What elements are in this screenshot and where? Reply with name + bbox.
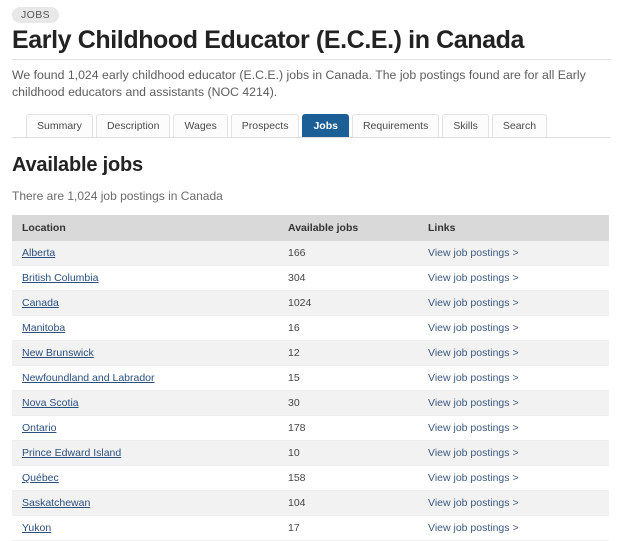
cell-location: Saskatchewan	[12, 490, 278, 516]
view-job-postings-link[interactable]: View job postings >	[428, 247, 519, 259]
view-job-postings-link[interactable]: View job postings >	[428, 322, 519, 334]
tab-search[interactable]: Search	[491, 114, 548, 137]
tab-skills[interactable]: Skills	[442, 114, 489, 137]
cell-available-jobs: 304	[278, 265, 418, 291]
view-job-postings-link[interactable]: View job postings >	[428, 347, 519, 359]
table-row: Saskatchewan 104 View job postings >	[12, 490, 609, 516]
table-header-row: Location Available jobs Links	[12, 215, 609, 241]
cell-available-jobs: 17	[278, 515, 418, 541]
cell-available-jobs: 1024	[278, 290, 418, 316]
location-link[interactable]: Ontario	[22, 422, 56, 434]
tab-list: Summary Description Wages Prospects Jobs Requ…	[26, 113, 611, 137]
cell-location: Canada	[12, 290, 278, 316]
cell-location: Newfoundland and Labrador	[12, 365, 278, 391]
table-row: British Columbia 304 View job postings >	[12, 265, 609, 291]
table-head: Location Available jobs Links	[12, 215, 609, 241]
table-row: Québec 158 View job postings >	[12, 465, 609, 491]
view-job-postings-link[interactable]: View job postings >	[428, 472, 519, 484]
tab-summary[interactable]: Summary	[26, 114, 93, 137]
cell-location: Nova Scotia	[12, 390, 278, 416]
page-root: JOBS Early Childhood Educator (E.C.E.) i…	[0, 0, 623, 541]
location-link[interactable]: Nova Scotia	[22, 397, 79, 409]
cell-available-jobs: 16	[278, 315, 418, 341]
location-link[interactable]: Québec	[22, 472, 59, 484]
cell-location: Alberta	[12, 241, 278, 266]
cell-available-jobs: 10	[278, 440, 418, 466]
location-link[interactable]: British Columbia	[22, 272, 98, 284]
location-link[interactable]: New Brunswick	[22, 347, 94, 359]
page-title: Early Childhood Educator (E.C.E.) in Can…	[12, 26, 525, 54]
cell-links: View job postings >	[418, 290, 609, 316]
column-header-links: Links	[418, 215, 609, 241]
section-title: Available jobs	[12, 154, 143, 176]
cell-available-jobs: 12	[278, 340, 418, 366]
column-header-location: Location	[12, 215, 278, 241]
view-job-postings-link[interactable]: View job postings >	[428, 297, 519, 309]
column-header-available-jobs: Available jobs	[278, 215, 418, 241]
cell-location: New Brunswick	[12, 340, 278, 366]
table-row: Manitoba 16 View job postings >	[12, 315, 609, 341]
table-row: Yukon 17 View job postings >	[12, 515, 609, 541]
cell-links: View job postings >	[418, 390, 609, 416]
title-divider	[12, 59, 611, 60]
location-link[interactable]: Manitoba	[22, 322, 65, 334]
location-link[interactable]: Newfoundland and Labrador	[22, 372, 155, 384]
cell-links: View job postings >	[418, 490, 609, 516]
view-job-postings-link[interactable]: View job postings >	[428, 522, 519, 534]
cell-links: View job postings >	[418, 340, 609, 366]
cell-available-jobs: 166	[278, 241, 418, 266]
cell-links: View job postings >	[418, 265, 609, 291]
cell-location: Prince Edward Island	[12, 440, 278, 466]
status-badge: JOBS	[12, 7, 60, 23]
cell-location: Manitoba	[12, 315, 278, 341]
view-job-postings-link[interactable]: View job postings >	[428, 272, 519, 284]
tab-bar: Summary Description Wages Prospects Jobs Requ…	[12, 113, 611, 138]
view-job-postings-link[interactable]: View job postings >	[428, 397, 519, 409]
cell-location: Yukon	[12, 515, 278, 541]
table-row: Prince Edward Island 10 View job postings …	[12, 440, 609, 466]
tab-jobs[interactable]: Jobs	[302, 114, 349, 137]
cell-available-jobs: 30	[278, 390, 418, 416]
cell-links: View job postings >	[418, 241, 609, 266]
view-job-postings-link[interactable]: View job postings >	[428, 422, 519, 434]
table-row: Canada 1024 View job postings >	[12, 290, 609, 316]
cell-location: Ontario	[12, 415, 278, 441]
cell-available-jobs: 158	[278, 465, 418, 491]
cell-links: View job postings >	[418, 365, 609, 391]
location-link[interactable]: Canada	[22, 297, 59, 309]
view-job-postings-link[interactable]: View job postings >	[428, 497, 519, 509]
cell-links: View job postings >	[418, 415, 609, 441]
cell-location: Québec	[12, 465, 278, 491]
cell-links: View job postings >	[418, 465, 609, 491]
table-row: Ontario 178 View job postings >	[12, 415, 609, 441]
cell-available-jobs: 178	[278, 415, 418, 441]
table-row: Newfoundland and Labrador 15 View job post…	[12, 365, 609, 391]
tab-requirements[interactable]: Requirements	[351, 114, 440, 137]
cell-links: View job postings >	[418, 315, 609, 341]
table-row: Nova Scotia 30 View job postings >	[12, 390, 609, 416]
location-link[interactable]: Prince Edward Island	[22, 447, 121, 459]
cell-links: View job postings >	[418, 515, 609, 541]
view-job-postings-link[interactable]: View job postings >	[428, 447, 519, 459]
cell-available-jobs: 15	[278, 365, 418, 391]
tab-description[interactable]: Description	[95, 114, 171, 137]
intro-paragraph: We found 1,024 early childhood educator …	[12, 68, 586, 99]
location-link[interactable]: Yukon	[22, 522, 51, 534]
table-row: Alberta 166 View job postings >	[12, 241, 609, 266]
available-jobs-table: Location Available jobs Links Alberta 166…	[12, 215, 609, 541]
view-job-postings-link[interactable]: View job postings >	[428, 372, 519, 384]
job-count-text: There are 1,024 job postings in Canada	[12, 189, 223, 203]
tab-wages[interactable]: Wages	[173, 114, 228, 137]
cell-available-jobs: 104	[278, 490, 418, 516]
cell-links: View job postings >	[418, 440, 609, 466]
badge-row: JOBS	[12, 0, 611, 23]
table-body: Alberta 166 View job postings > British Col…	[12, 241, 609, 541]
location-link[interactable]: Alberta	[22, 247, 55, 259]
table-row: New Brunswick 12 View job postings >	[12, 340, 609, 366]
cell-location: British Columbia	[12, 265, 278, 291]
tab-prospects[interactable]: Prospects	[230, 114, 300, 137]
location-link[interactable]: Saskatchewan	[22, 497, 90, 509]
